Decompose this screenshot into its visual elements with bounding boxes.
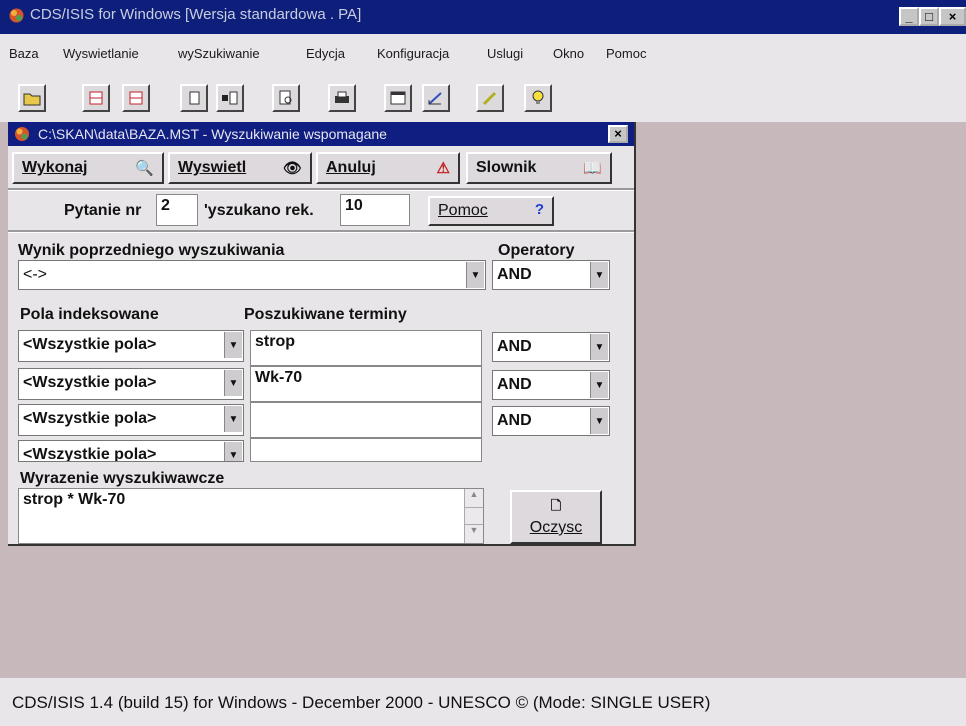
minimize-button[interactable]: _	[899, 7, 919, 26]
menu-pomoc[interactable]: Pomoc	[606, 46, 646, 61]
term-input-3[interactable]	[250, 402, 482, 438]
term-input-2[interactable]: Wk-70	[250, 366, 482, 402]
chevron-down-icon[interactable]: ▼	[590, 408, 608, 434]
term-input-4[interactable]	[250, 438, 482, 462]
field-value: <Wszystkie pola>	[23, 374, 157, 391]
display-button[interactable]: Wyswietl 👁	[168, 152, 312, 184]
eye-icon: 👁	[282, 160, 302, 177]
window-title: CDS/ISIS for Windows [Wersja standardowa…	[30, 6, 362, 23]
field-select-4[interactable]: <Wszystkie pola> ▼	[18, 440, 244, 462]
field-value: <Wszystkie pola>	[23, 336, 157, 353]
search-expression-label: Wyrazenie wyszukiwawcze	[20, 470, 225, 487]
status-text: CDS/ISIS 1.4 (build 15) for Windows - De…	[12, 693, 711, 712]
book-icon: 📖	[583, 160, 602, 177]
execute-button[interactable]: Wykonaj 🔍	[12, 152, 164, 184]
operator-select-3[interactable]: AND ▼	[492, 406, 610, 436]
search-expression-value: strop * Wk-70	[23, 491, 126, 508]
menu-uslugi[interactable]: Uslugi	[487, 46, 523, 61]
scroll-up-icon[interactable]: ▲	[465, 489, 483, 508]
dialog-app-icon	[15, 127, 29, 141]
indexed-fields-label: Pola indeksowane	[20, 306, 159, 323]
menu-okno[interactable]: Okno	[553, 46, 584, 61]
pencil-icon[interactable]	[476, 84, 504, 112]
printer-icon[interactable]	[328, 84, 356, 112]
dictionary-button[interactable]: Slownik 📖	[466, 152, 612, 184]
query-number-label: Pytanie nr	[64, 202, 142, 219]
chevron-down-icon[interactable]: ▼	[224, 370, 242, 396]
chevron-down-icon[interactable]: ▼	[590, 372, 608, 398]
scrollbar[interactable]: ▲ ▼	[464, 489, 483, 543]
document-icon[interactable]	[180, 84, 208, 112]
magnifier-icon: 🔍	[135, 160, 154, 177]
menu-konfiguracja[interactable]: Konfiguracja	[377, 46, 449, 61]
field-select-3[interactable]: <Wszystkie pola> ▼	[18, 404, 244, 436]
records-icon[interactable]	[216, 84, 244, 112]
lightbulb-icon[interactable]	[524, 84, 552, 112]
separator	[8, 188, 634, 191]
field-select-2[interactable]: <Wszystkie pola> ▼	[18, 368, 244, 400]
scroll-down-icon[interactable]: ▼	[465, 524, 483, 543]
previous-result-label: Wynik poprzedniego wyszukiwania	[18, 242, 285, 259]
menu-wyszukiwanie[interactable]: wySzukiwanie	[178, 46, 260, 61]
chevron-down-icon[interactable]: ▼	[466, 262, 484, 288]
query-number-field[interactable]: 2	[156, 194, 198, 226]
menu-bar: Baza Wyswietlanie wySzukiwanie Edycja Ko…	[0, 34, 966, 72]
dialog-title: C:\SKAN\data\BAZA.MST - Wyszukiwanie wsp…	[38, 126, 387, 142]
operator-select-2[interactable]: AND ▼	[492, 370, 610, 400]
title-bar: CDS/ISIS for Windows [Wersja standardowa…	[0, 0, 966, 34]
question-icon: ?	[534, 201, 544, 218]
previous-result-select[interactable]: <-> ▼	[18, 260, 486, 290]
chevron-down-icon[interactable]: ▼	[224, 332, 242, 358]
term-input-1[interactable]: strop	[250, 330, 482, 366]
field-value: <Wszystkie pola>	[23, 446, 157, 462]
status-bar: CDS/ISIS 1.4 (build 15) for Windows - De…	[0, 678, 966, 726]
operator-value: AND	[497, 412, 532, 429]
previous-result-value: <->	[23, 266, 48, 283]
print-db-icon[interactable]	[82, 84, 110, 112]
chevron-down-icon[interactable]: ▼	[224, 442, 242, 461]
field-select-1[interactable]: <Wszystkie pola> ▼	[18, 330, 244, 362]
search-dialog: C:\SKAN\data\BAZA.MST - Wyszukiwanie wsp…	[8, 122, 636, 546]
chevron-down-icon[interactable]: ▼	[224, 406, 242, 432]
cancel-label: Anuluj	[326, 159, 376, 176]
menu-wyswietlanie[interactable]: Wyswietlanie	[63, 46, 139, 61]
form-icon[interactable]	[384, 84, 412, 112]
open-folder-icon[interactable]	[18, 84, 46, 112]
chevron-down-icon[interactable]: ▼	[590, 334, 608, 360]
maximize-button[interactable]: □	[919, 7, 939, 26]
operator-select-1[interactable]: AND ▼	[492, 332, 610, 362]
print-db-2-icon[interactable]	[122, 84, 150, 112]
chevron-down-icon[interactable]: ▼	[590, 262, 608, 288]
execute-label: Wykonaj	[22, 159, 88, 176]
search-expression-field[interactable]: strop * Wk-70 ▲ ▼	[18, 488, 484, 544]
search-terms-label: Poszukiwane terminy	[244, 306, 407, 323]
help-label: Pomoc	[438, 202, 488, 219]
app-icon	[9, 8, 24, 23]
field-value: <Wszystkie pola>	[23, 410, 157, 427]
toolbar	[0, 72, 966, 122]
operators-label: Operatory	[498, 242, 575, 259]
document-icon: 🗋	[550, 498, 562, 513]
menu-edycja[interactable]: Edycja	[306, 46, 345, 61]
display-label: Wyswietl	[178, 159, 247, 176]
warning-icon: ⚠	[436, 160, 450, 177]
separator	[8, 230, 634, 233]
operator-select-top[interactable]: AND ▼	[492, 260, 610, 290]
clear-button[interactable]: 🗋 Oczysc	[510, 490, 602, 544]
edit-brush-icon[interactable]	[422, 84, 450, 112]
preview-icon[interactable]	[272, 84, 300, 112]
menu-baza[interactable]: Baza	[9, 46, 39, 61]
cancel-button[interactable]: Anuluj ⚠	[316, 152, 460, 184]
operator-value: AND	[497, 266, 532, 283]
found-records-label: 'yszukano rek.	[204, 202, 314, 219]
close-button[interactable]: ×	[939, 7, 966, 26]
found-records-field: 10	[340, 194, 410, 226]
operator-value: AND	[497, 338, 532, 355]
clear-label: Oczysc	[529, 519, 583, 536]
dialog-title-bar: C:\SKAN\data\BAZA.MST - Wyszukiwanie wsp…	[8, 122, 634, 146]
dictionary-label: Slownik	[476, 159, 537, 176]
dialog-close-button[interactable]: ×	[608, 125, 628, 143]
help-button[interactable]: Pomoc ?	[428, 196, 554, 226]
operator-value: AND	[497, 376, 532, 393]
